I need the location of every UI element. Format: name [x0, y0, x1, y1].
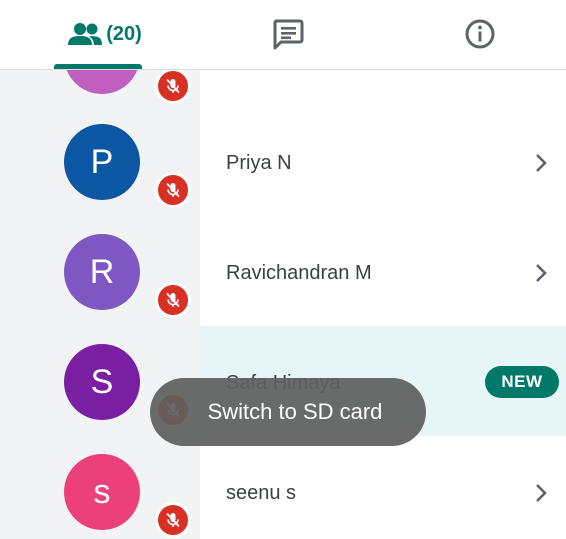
avatar-initial: s — [93, 472, 111, 511]
participant-list[interactable]: P Priya N R Ravichandran M S NEW s seenu… — [0, 70, 566, 539]
tab-bar: (20) — [0, 0, 566, 70]
tab-people[interactable]: (20) — [40, 0, 170, 68]
active-tab-indicator — [54, 64, 142, 69]
chevron-right-icon[interactable] — [532, 262, 550, 284]
mic-off-icon — [166, 292, 180, 308]
avatar: P — [64, 124, 140, 200]
mic-off-icon — [166, 78, 180, 94]
mic-off-badge — [155, 502, 191, 538]
people-icon — [68, 23, 103, 45]
avatar: S — [64, 344, 140, 420]
participant-row[interactable] — [0, 70, 566, 104]
mic-off-icon — [166, 182, 180, 198]
chevron-right-icon[interactable] — [532, 152, 550, 174]
new-badge: NEW — [485, 366, 559, 398]
tab-chat[interactable] — [248, 0, 328, 68]
participant-name: Priya N — [226, 152, 292, 174]
mic-off-icon — [166, 512, 180, 528]
avatar-initial: R — [89, 252, 115, 291]
toast-text: Switch to SD card — [207, 399, 383, 424]
people-count: (20) — [106, 22, 142, 45]
participant-name: Ravichandran M — [226, 262, 372, 284]
avatar: s — [64, 454, 140, 530]
tab-info[interactable] — [440, 0, 520, 68]
info-icon — [465, 19, 495, 49]
toast-message: Switch to SD card — [150, 378, 426, 446]
avatar: R — [64, 234, 140, 310]
chevron-right-icon[interactable] — [532, 482, 550, 504]
mic-off-badge — [155, 282, 191, 318]
avatar-initial: S — [90, 362, 114, 401]
avatar-initial: P — [90, 142, 114, 181]
participant-row[interactable]: s seenu s — [0, 436, 566, 539]
participant-row[interactable]: P Priya N — [0, 106, 566, 216]
chat-icon — [273, 19, 304, 50]
mic-off-badge — [155, 172, 191, 208]
participant-row[interactable]: R Ravichandran M — [0, 216, 566, 326]
participant-name: seenu s — [226, 482, 297, 504]
